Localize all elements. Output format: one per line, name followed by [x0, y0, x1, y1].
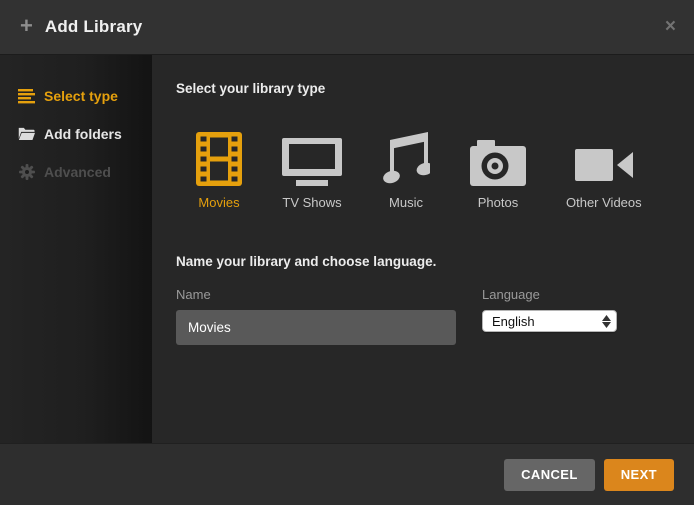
dialog-body: Select type Add folders	[0, 55, 694, 443]
dialog-header: + Add Library ×	[0, 0, 694, 55]
library-type-selector: Movies TV Shows	[196, 130, 670, 210]
plus-icon: +	[20, 15, 33, 37]
music-note-icon	[382, 130, 430, 186]
camera-icon	[470, 130, 526, 186]
library-type-label: TV Shows	[282, 195, 341, 210]
main-content: Select your library type	[152, 55, 694, 443]
add-library-dialog: + Add Library × Select type	[0, 0, 694, 505]
sidebar-item-label: Advanced	[44, 164, 111, 180]
language-select-value: English	[492, 314, 535, 329]
library-type-label: Other Videos	[566, 195, 642, 210]
sidebar-item-label: Add folders	[44, 126, 122, 142]
sidebar-item-add-folders[interactable]: Add folders	[0, 115, 152, 153]
dialog-footer: CANCEL NEXT	[0, 443, 694, 505]
next-button[interactable]: NEXT	[604, 459, 674, 491]
tv-icon	[282, 130, 342, 186]
type-lines-icon	[18, 88, 35, 104]
name-field-group: Name	[176, 287, 456, 345]
language-select[interactable]: English	[482, 310, 617, 332]
language-field-label: Language	[482, 287, 617, 302]
library-type-photos[interactable]: Photos	[470, 130, 526, 210]
cancel-button[interactable]: CANCEL	[504, 459, 595, 491]
gear-icon	[18, 164, 35, 180]
film-icon	[196, 130, 242, 186]
folder-icon	[18, 126, 35, 142]
dialog-title: Add Library	[45, 17, 143, 37]
library-type-label: Photos	[478, 195, 518, 210]
library-type-music[interactable]: Music	[382, 130, 430, 210]
sidebar-item-advanced[interactable]: Advanced	[0, 153, 152, 191]
form-row: Name Language English	[176, 287, 670, 345]
library-type-other-videos[interactable]: Other Videos	[566, 130, 642, 210]
library-type-movies[interactable]: Movies	[196, 130, 242, 210]
name-section-title: Name your library and choose language.	[176, 254, 670, 269]
language-field-group: Language English	[482, 287, 617, 345]
select-stepper-icon	[602, 315, 611, 328]
library-name-input[interactable]	[176, 310, 456, 345]
wizard-steps-sidebar: Select type Add folders	[0, 55, 152, 443]
video-camera-icon	[575, 130, 633, 186]
close-icon[interactable]: ×	[665, 17, 676, 36]
name-field-label: Name	[176, 287, 456, 302]
sidebar-item-select-type[interactable]: Select type	[0, 77, 152, 115]
library-type-label: Music	[389, 195, 423, 210]
library-type-section-title: Select your library type	[176, 81, 670, 96]
sidebar-item-label: Select type	[44, 88, 118, 104]
library-type-label: Movies	[198, 195, 239, 210]
library-type-tv-shows[interactable]: TV Shows	[282, 130, 342, 210]
name-language-section: Name your library and choose language. N…	[176, 254, 670, 345]
